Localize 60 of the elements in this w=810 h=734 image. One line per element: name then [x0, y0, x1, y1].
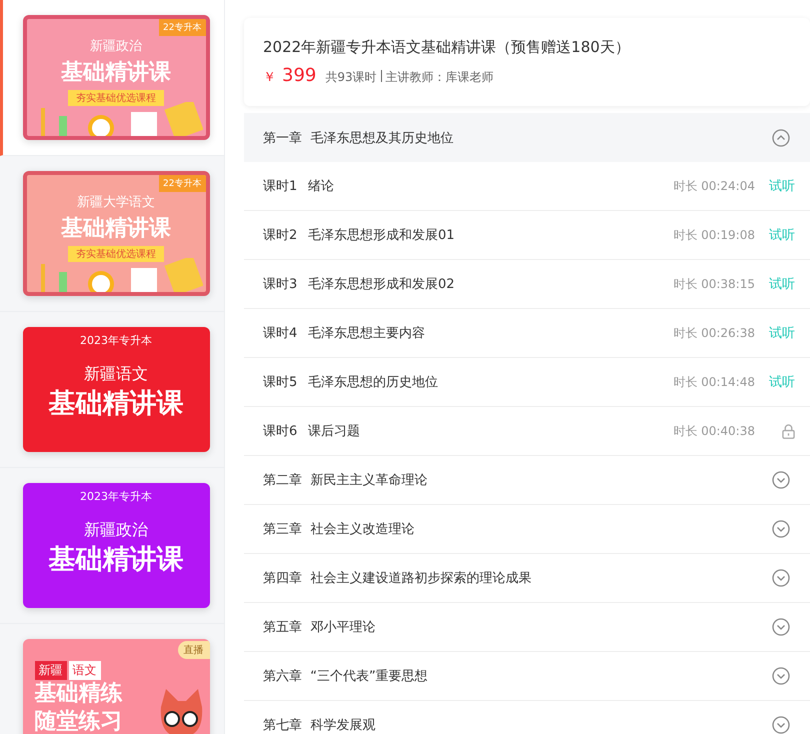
- cover-tag: 22专升本: [159, 19, 206, 36]
- lesson-title[interactable]: 毛泽东思想形成和发展02: [308, 275, 674, 293]
- cover-tag: 2023年专升本: [80, 333, 152, 348]
- chapter-row[interactable]: 第二章 新民主主义革命理论: [244, 456, 810, 505]
- cover-subject: 新疆大学语文: [77, 194, 155, 211]
- cover-subject: 新疆政治: [84, 520, 148, 541]
- lesson-title[interactable]: 毛泽东思想的历史地位: [308, 373, 674, 391]
- cover-subtitle: 随堂练习: [34, 708, 122, 734]
- lesson-duration: 时长 00:19:08: [673, 226, 755, 244]
- expand-icon[interactable]: [772, 716, 790, 734]
- cover-title: 基础精讲课: [48, 543, 184, 577]
- lesson-duration: 时长 00:40:38: [673, 422, 755, 440]
- lesson-number: 课时1: [263, 178, 298, 195]
- lesson-number: 课时5: [263, 374, 298, 391]
- cover-slogan: 夯实基础优选课程: [68, 246, 164, 262]
- cover-subject: 语文: [68, 661, 100, 680]
- lesson-title[interactable]: 绪论: [308, 177, 674, 195]
- teacher-name: 主讲教师：库课老师: [386, 69, 494, 86]
- course-list-item[interactable]: 2023年专升本 新疆政治 基础精讲课: [0, 468, 224, 624]
- course-title: 2022年新疆专升本语文基础精讲课（预售赠送180天）: [263, 38, 631, 57]
- lesson-duration: 时长 00:26:38: [673, 324, 755, 342]
- lesson-duration: 时长 00:24:04: [673, 178, 755, 194]
- cover-title: 基础精练: [34, 680, 122, 708]
- cover-title: 基础精讲课: [61, 59, 171, 87]
- collapse-icon[interactable]: [772, 128, 790, 146]
- chapter-row[interactable]: 第五章 邓小平理论: [244, 603, 810, 652]
- lesson-number: 课时3: [263, 276, 298, 293]
- course-list-item[interactable]: 直播 新疆 语文 基础精练 随堂练习: [0, 624, 224, 734]
- chapter-row[interactable]: 第四章 社会主义建设道路初步探索的理论成果: [244, 554, 810, 603]
- lesson-title[interactable]: 课后习题: [308, 422, 674, 440]
- lesson-number: 课时4: [263, 325, 298, 342]
- expand-icon[interactable]: [772, 471, 790, 489]
- cover-title: 基础精讲课: [48, 387, 184, 421]
- lesson-title[interactable]: 毛泽东思想形成和发展01: [308, 226, 674, 244]
- chapter-row[interactable]: 第七章 科学发展观: [244, 701, 810, 734]
- cover-slogan: 夯实基础优选课程: [68, 90, 164, 106]
- lock-icon: [782, 424, 795, 438]
- chapter-row[interactable]: 第一章 毛泽东思想及其历史地位: [244, 113, 810, 162]
- course-price: 399: [282, 65, 316, 86]
- currency-symbol: ￥: [263, 69, 276, 86]
- course-list-item[interactable]: 2023年专升本 新疆语文 基础精讲课: [0, 312, 224, 468]
- lesson-count: 共93课时: [325, 69, 377, 86]
- chapter-row[interactable]: 第三章 社会主义改造理论: [244, 505, 810, 554]
- live-badge: 直播: [178, 641, 210, 659]
- lesson-duration: 时长 00:14:48: [673, 374, 755, 390]
- lesson-title[interactable]: 毛泽东思想主要内容: [308, 324, 674, 342]
- expand-icon[interactable]: [772, 618, 790, 636]
- cover-title: 基础精讲课: [61, 215, 171, 243]
- lesson-number: 课时2: [263, 227, 298, 244]
- cover-region: 新疆: [34, 661, 66, 680]
- expand-icon[interactable]: [772, 520, 790, 538]
- expand-icon[interactable]: [772, 569, 790, 587]
- cover-tag: 2023年专升本: [80, 489, 152, 504]
- cover-subject: 新疆政治: [90, 38, 142, 55]
- cover-tag: 22专升本: [159, 175, 206, 192]
- lesson-number: 课时6: [263, 423, 298, 440]
- cover-subject: 新疆语文: [84, 364, 148, 385]
- chapter-row[interactable]: 第六章 “三个代表”重要思想: [244, 652, 810, 701]
- lesson-duration: 时长 00:38:15: [673, 276, 755, 292]
- expand-icon[interactable]: [772, 667, 790, 685]
